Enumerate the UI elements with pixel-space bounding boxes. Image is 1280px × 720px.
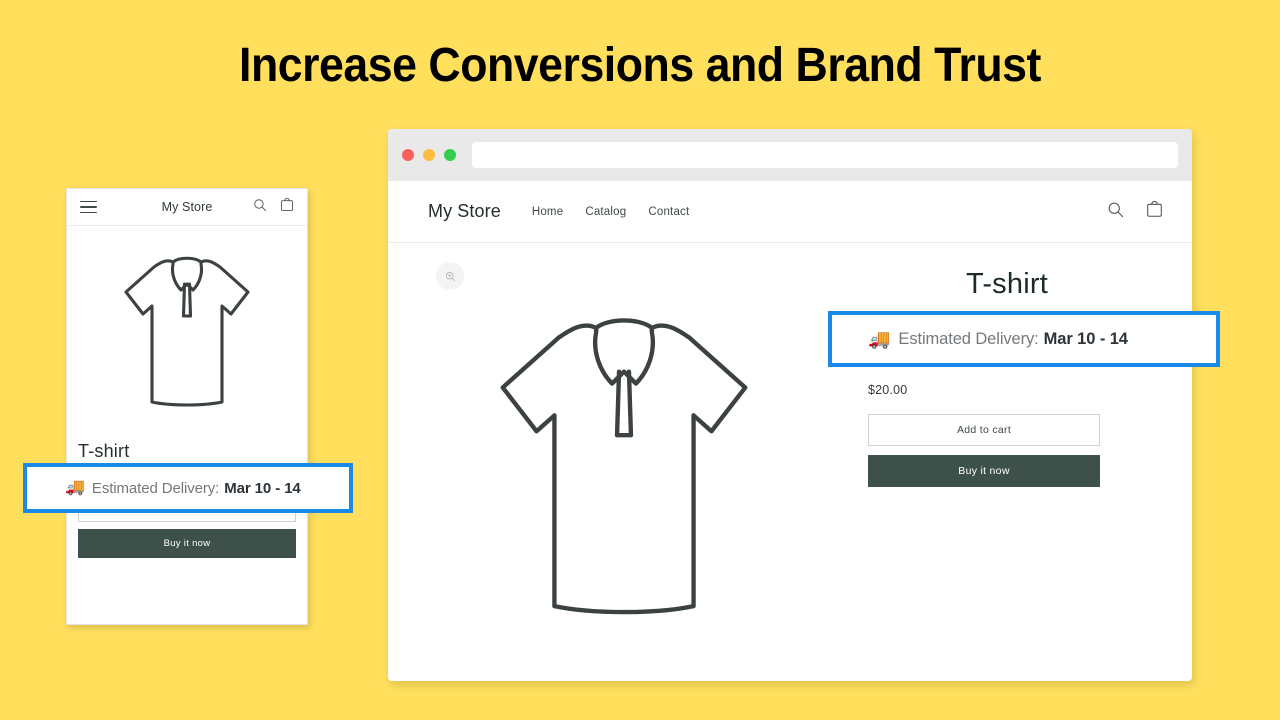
desktop-product-media <box>388 243 860 680</box>
minimize-window-dot[interactable] <box>423 149 435 161</box>
shopping-bag-icon[interactable] <box>280 197 294 217</box>
mobile-device-mockup: My Store T-shirt Buy it now 🚚 Estimated … <box>23 188 353 625</box>
desktop-nav-icons <box>1107 200 1163 223</box>
desktop-add-to-cart-button[interactable]: Add to cart <box>868 414 1100 446</box>
desktop-browser-mockup: My Store Home Catalog Contact T-shirt $2… <box>388 129 1192 681</box>
nav-link-contact[interactable]: Contact <box>648 206 689 218</box>
desktop-delivery-date-range: Mar 10 - 14 <box>1043 329 1128 348</box>
maximize-window-dot[interactable] <box>444 149 456 161</box>
browser-url-input[interactable] <box>472 142 1178 168</box>
nav-link-home[interactable]: Home <box>532 206 563 218</box>
delivery-truck-icon: 🚚 <box>65 479 85 496</box>
desktop-nav-links: Home Catalog Contact <box>532 206 690 218</box>
mobile-delivery-date-range: Mar 10 - 14 <box>224 479 301 497</box>
nav-link-catalog[interactable]: Catalog <box>585 206 626 218</box>
desktop-store-nav: My Store Home Catalog Contact <box>388 181 1192 243</box>
window-control-dots <box>402 149 456 161</box>
page-title: Increase Conversions and Brand Trust <box>239 39 1041 92</box>
desktop-purchase-buttons: Add to cart Buy it now <box>868 414 1100 487</box>
mobile-delivery-label: Estimated Delivery: <box>91 479 220 497</box>
desktop-product-info: T-shirt $20.00 Add to cart Buy it now <box>860 243 1192 680</box>
close-window-dot[interactable] <box>402 149 414 161</box>
mobile-product-title: T-shirt <box>78 441 130 461</box>
polo-shirt-illustration <box>124 256 250 407</box>
mobile-product-image[interactable] <box>67 226 307 441</box>
desktop-estimated-delivery-badge: 🚚 Estimated Delivery: Mar 10 - 14 <box>828 311 1220 367</box>
browser-chrome-bar <box>388 129 1192 181</box>
polo-shirt-illustration[interactable] <box>490 312 758 630</box>
delivery-truck-icon: 🚚 <box>868 329 891 349</box>
shopping-bag-icon[interactable] <box>1146 200 1163 223</box>
desktop-delivery-label: Estimated Delivery: <box>898 329 1039 348</box>
mobile-header-icons <box>253 197 294 217</box>
desktop-buy-it-now-button[interactable]: Buy it now <box>868 455 1100 487</box>
mobile-store-header: My Store <box>67 189 307 226</box>
hamburger-menu-icon[interactable] <box>80 200 97 214</box>
zoom-in-icon[interactable] <box>436 262 464 290</box>
desktop-store-name[interactable]: My Store <box>428 201 501 222</box>
desktop-product-title: T-shirt <box>966 268 1048 300</box>
mobile-estimated-delivery-badge: 🚚 Estimated Delivery: Mar 10 - 14 <box>23 463 353 513</box>
search-icon[interactable] <box>1107 201 1124 223</box>
desktop-product-body: T-shirt $20.00 Add to cart Buy it now <box>388 243 1192 680</box>
desktop-product-price: $20.00 <box>868 383 908 397</box>
mobile-buy-it-now-button[interactable]: Buy it now <box>78 529 296 558</box>
search-icon[interactable] <box>253 198 267 217</box>
